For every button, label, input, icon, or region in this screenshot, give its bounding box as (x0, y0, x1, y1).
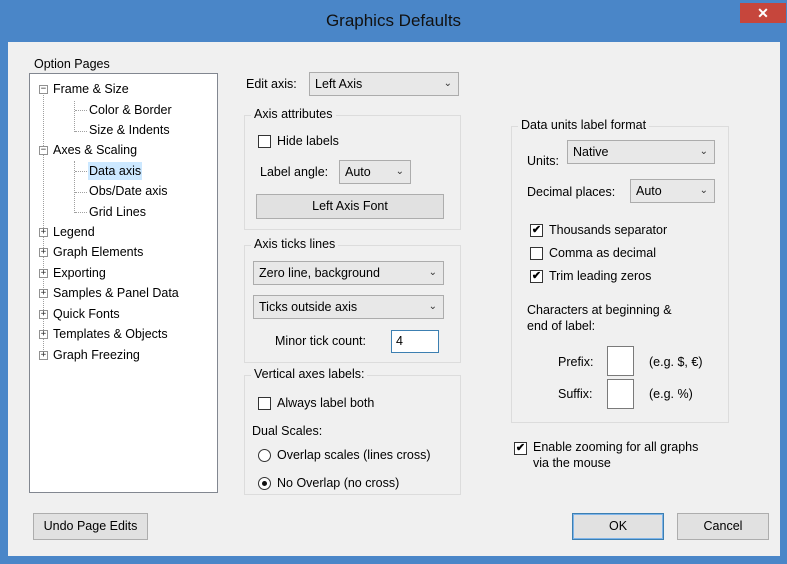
units-dropdown[interactable]: Native ⌄ (567, 140, 715, 164)
tree-connector (75, 171, 87, 172)
expand-toggle-icon[interactable]: + (39, 330, 48, 339)
label-angle-value: Auto (345, 165, 371, 179)
left-axis-font-button[interactable]: Left Axis Font (256, 194, 444, 219)
ticks-value: Ticks outside axis (259, 300, 358, 314)
overlap-label: Overlap scales (lines cross) (277, 448, 431, 462)
graphics-defaults-dialog: Graphics Defaults ✕ Option Pages − Frame… (0, 0, 787, 564)
chevron-down-icon: ⌄ (428, 267, 437, 278)
collapse-toggle-icon[interactable]: − (39, 85, 48, 94)
enable-zooming-checkbox[interactable]: ✔ (514, 442, 527, 455)
zero-line-dropdown[interactable]: Zero line, background ⌄ (253, 261, 444, 285)
edit-axis-label: Edit axis: (246, 77, 297, 91)
expand-toggle-icon[interactable]: + (39, 248, 48, 257)
decimal-places-dropdown[interactable]: Auto ⌄ (630, 179, 715, 203)
ticks-dropdown[interactable]: Ticks outside axis ⌄ (253, 295, 444, 319)
units-label: Units: (527, 154, 559, 168)
prefix-input[interactable] (607, 346, 634, 376)
no-overlap-radio[interactable] (258, 477, 271, 490)
tree-item-graph-elements[interactable]: Graph Elements (53, 243, 143, 261)
chevron-down-icon: ⌄ (699, 146, 708, 157)
axis-attributes-title: Axis attributes (251, 107, 336, 121)
comma-as-decimal-checkbox[interactable] (530, 247, 543, 260)
tree-item-obs-date-axis[interactable]: Obs/Date axis (89, 182, 168, 200)
tree-item-legend[interactable]: Legend (53, 223, 95, 241)
tree-connector (75, 212, 87, 213)
minor-tick-count-input[interactable]: 4 (391, 330, 439, 353)
hide-labels-label: Hide labels (277, 134, 339, 148)
tree-item-size-indents[interactable]: Size & Indents (89, 121, 170, 139)
vertical-axes-title: Vertical axes labels: (251, 367, 368, 381)
expand-toggle-icon[interactable]: + (39, 289, 48, 298)
axis-ticks-title: Axis ticks lines (251, 237, 339, 251)
always-label-both-label: Always label both (277, 396, 375, 410)
tree-item-data-axis[interactable]: Data axis (88, 162, 143, 180)
edit-axis-value: Left Axis (315, 77, 363, 91)
tree-connector (43, 90, 44, 360)
tree-connector (75, 192, 87, 193)
suffix-input[interactable] (607, 379, 634, 409)
comma-as-decimal-label: Comma as decimal (549, 246, 656, 260)
tree-item-axes-scaling[interactable]: Axes & Scaling (53, 141, 137, 159)
hide-labels-checkbox[interactable] (258, 135, 271, 148)
chevron-down-icon: ⌄ (443, 78, 452, 89)
radio-selected-dot (262, 481, 267, 486)
expand-toggle-icon[interactable]: + (39, 310, 48, 319)
tree-connector (75, 131, 87, 132)
chevron-down-icon: ⌄ (395, 166, 404, 177)
edit-axis-dropdown[interactable]: Left Axis ⌄ (309, 72, 459, 96)
window-title: Graphics Defaults (325, 11, 462, 30)
trim-leading-zeros-label: Trim leading zeros (549, 269, 652, 283)
label-angle-label: Label angle: (260, 165, 329, 179)
expand-toggle-icon[interactable]: + (39, 351, 48, 360)
always-label-both-checkbox[interactable] (258, 397, 271, 410)
units-value: Native (573, 145, 609, 159)
dual-scales-label: Dual Scales: (252, 424, 323, 438)
data-units-title: Data units label format (518, 118, 650, 132)
tree-item-templates-objects[interactable]: Templates & Objects (53, 325, 168, 343)
tree-item-frame-size[interactable]: Frame & Size (53, 80, 129, 98)
characters-label-line1: Characters at beginning & (527, 303, 672, 317)
decimal-places-value: Auto (636, 184, 662, 198)
no-overlap-label: No Overlap (no cross) (277, 476, 400, 490)
thousands-separator-checkbox[interactable]: ✔ (530, 224, 543, 237)
tree-item-grid-lines[interactable]: Grid Lines (89, 203, 146, 221)
prefix-label: Prefix: (558, 355, 594, 369)
minor-tick-count-label: Minor tick count: (275, 334, 367, 348)
trim-leading-zeros-checkbox[interactable]: ✔ (530, 270, 543, 283)
tree-item-samples-panel-data[interactable]: Samples & Panel Data (53, 284, 179, 302)
tree-connector (74, 161, 75, 213)
undo-page-edits-button[interactable]: Undo Page Edits (33, 513, 148, 540)
decimal-places-label: Decimal places: (527, 185, 616, 199)
tree-item-quick-fonts[interactable]: Quick Fonts (53, 305, 120, 323)
thousands-separator-label: Thousands separator (549, 223, 668, 237)
expand-toggle-icon[interactable]: + (39, 228, 48, 237)
suffix-hint: (e.g. %) (649, 387, 693, 401)
prefix-hint: (e.g. $, €) (649, 355, 703, 369)
collapse-toggle-icon[interactable]: − (39, 146, 48, 155)
expand-toggle-icon[interactable]: + (39, 269, 48, 278)
enable-zooming-label-line2: via the mouse (533, 456, 611, 470)
tree-item-color-border[interactable]: Color & Border (89, 101, 172, 119)
title-bar[interactable]: Graphics Defaults ✕ (0, 0, 787, 42)
tree-connector (74, 101, 75, 132)
characters-label-line2: end of label: (527, 319, 596, 333)
zero-line-value: Zero line, background (259, 266, 380, 280)
chevron-down-icon: ⌄ (428, 301, 437, 312)
tree-item-graph-freezing[interactable]: Graph Freezing (53, 346, 140, 364)
cancel-button[interactable]: Cancel (677, 513, 769, 540)
overlap-radio[interactable] (258, 449, 271, 462)
ok-button[interactable]: OK (572, 513, 664, 540)
enable-zooming-label-line1: Enable zooming for all graphs (533, 440, 699, 454)
suffix-label: Suffix: (558, 387, 593, 401)
chevron-down-icon: ⌄ (699, 185, 708, 196)
option-pages-tree[interactable]: − Frame & Size Color & Border Size & Ind… (29, 73, 218, 493)
tree-item-exporting[interactable]: Exporting (53, 264, 106, 282)
label-angle-dropdown[interactable]: Auto ⌄ (339, 160, 411, 184)
tree-connector (75, 110, 87, 111)
close-button[interactable]: ✕ (740, 3, 786, 23)
option-pages-label: Option Pages (34, 57, 110, 71)
